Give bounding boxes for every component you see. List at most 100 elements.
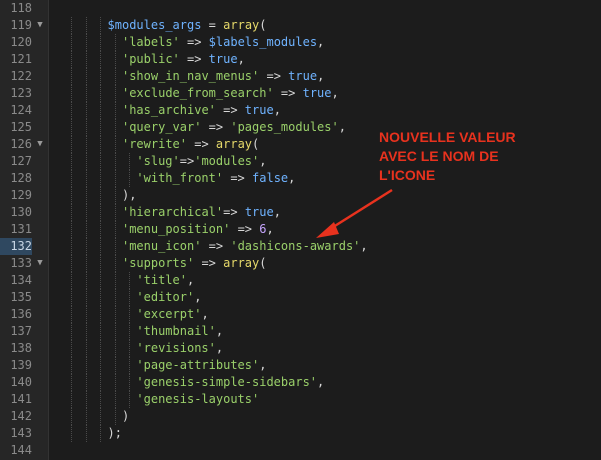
code-line[interactable]: 124 'has_archive' => true, [0,102,601,119]
code-token: , [194,290,202,304]
indent-guide [114,238,116,255]
code-line[interactable]: 121 'public' => true, [0,51,601,68]
triangle-down-icon[interactable]: ▼ [34,17,46,34]
code-editor[interactable]: 118 119 ▼ $modules_args = array(120 'labels'… [0,0,601,460]
code-line[interactable]: 142) [0,408,601,425]
code-line[interactable]: 118 [0,0,601,17]
code-line[interactable]: 143); [0,425,601,442]
code-line[interactable]: 131 'menu_position' => 6, [0,221,601,238]
indent-guide [100,391,102,408]
code-line[interactable]: 130 'hierarchical'=> true, [0,204,601,221]
code-token: 'hierarchical' [121,205,224,219]
indent-guide [100,238,102,255]
code-token: => [230,222,260,236]
code-line[interactable]: 144 [0,442,601,459]
indent-guide [100,340,102,357]
code-text: 'menu_position' => 6, [122,221,274,238]
code-token: true [208,52,238,66]
indent-guide [85,238,87,255]
indent-guide [100,425,102,442]
code-token: true [302,86,332,100]
code-text: 'show_in_nav_menus' => true, [122,68,324,85]
code-line[interactable]: 123 'exclude_from_search' => true, [0,85,601,102]
code-token: 'revisions' [136,341,216,355]
code-line[interactable]: 141 'genesis-layouts' [0,391,601,408]
indent-guide [129,289,131,306]
line-number: 123 [10,86,32,100]
code-text: 'supports' => array( [122,255,267,272]
indent-guide [129,323,131,340]
code-line[interactable]: 129), [0,187,601,204]
line-number: 119 [10,18,32,32]
triangle-down-icon[interactable]: ▼ [34,255,46,272]
code-token: ), [121,188,137,202]
indent-guide [129,170,131,187]
indent-guide [114,306,116,323]
line-number: 121 [10,52,32,66]
code-token: , [273,205,281,219]
indent-guide [85,153,87,170]
indent-guide [100,272,102,289]
code-token: 'editor' [136,290,195,304]
line-number: 122 [10,69,32,83]
code-token: , [215,341,224,355]
indent-guide [100,357,102,374]
code-line[interactable]: 140 'genesis-simple-sidebars', [0,374,601,391]
indent-guide [100,187,102,204]
indent-guide [100,323,102,340]
code-line[interactable]: 119 ▼ $modules_args = array( [0,17,601,34]
code-token: ( [259,256,267,270]
indent-guide [129,357,131,374]
indent-guide [71,170,73,187]
indent-guide [114,85,116,102]
line-number: 124 [10,103,32,117]
indent-guide [100,102,102,119]
code-text: 'public' => true, [122,51,245,68]
indent-guide [129,391,131,408]
line-number: 128 [10,171,32,185]
indent-guide [71,51,73,68]
code-token: => [223,205,245,219]
code-token: 'rewrite' [121,137,187,151]
code-token: true [288,69,318,83]
code-line[interactable]: 133 ▼ 'supports' => array( [0,255,601,272]
code-token: , [331,86,339,100]
code-line[interactable]: 122 'show_in_nav_menus' => true, [0,68,601,85]
code-line[interactable]: 139 'page-attributes', [0,357,601,374]
code-line[interactable]: 135 'editor', [0,289,601,306]
code-line[interactable]: 138 'revisions', [0,340,601,357]
indent-guide [100,204,102,221]
code-line[interactable]: 137 'thumbnail', [0,323,601,340]
indent-guide [100,119,102,136]
code-token: true [244,205,274,219]
indent-guide [85,119,87,136]
code-token: => [223,171,253,185]
indent-guide [129,153,131,170]
indent-guide [100,289,102,306]
indent-guide [71,374,73,391]
code-text: 'menu_icon' => 'dashicons-awards', [122,238,368,255]
code-token: 'has_archive' [121,103,216,117]
indent-guide [85,255,87,272]
code-line[interactable]: 132 'menu_icon' => 'dashicons-awards', [0,238,601,255]
line-number: 142 [10,409,32,423]
indent-guide [100,374,102,391]
code-token: 'labels' [121,35,180,49]
indent-guide [114,272,116,289]
line-number: 120 [10,35,32,49]
code-token: array [223,256,260,270]
line-number: 133 [10,256,32,270]
code-token: , [317,375,325,389]
code-token: , [201,307,209,321]
triangle-down-icon[interactable]: ▼ [34,136,46,153]
code-token: , [259,358,267,372]
code-line[interactable]: 136 'excerpt', [0,306,601,323]
code-text: 'genesis-layouts' [136,391,259,408]
code-text: ) [122,408,129,425]
annotation-line-3: L'ICONE [379,167,436,183]
code-line[interactable]: 120 'labels' => $labels_modules, [0,34,601,51]
code-token: 'modules' [194,154,260,168]
indent-guide [85,391,87,408]
indent-guide [71,153,73,170]
code-line[interactable]: 134 'title', [0,272,601,289]
